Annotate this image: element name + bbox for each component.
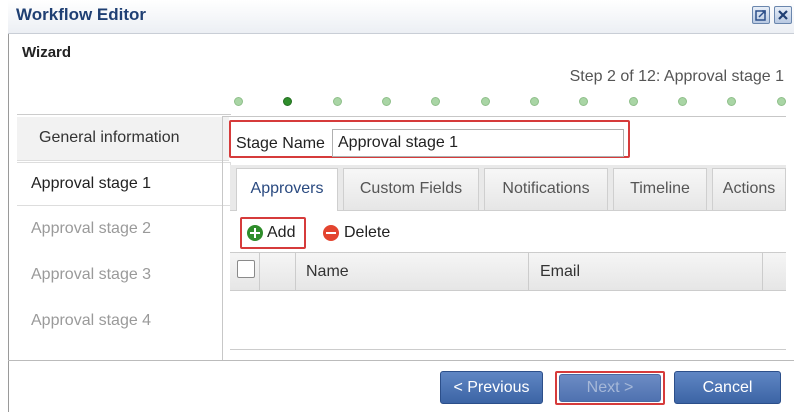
nav-item-general-information[interactable]: General information <box>17 117 229 161</box>
nav-item-approval-stage-1[interactable]: Approval stage 1 <box>17 162 231 206</box>
step-dot-5 <box>431 97 440 106</box>
nav-item-label: Approval stage 3 <box>31 266 152 283</box>
maximize-icon[interactable] <box>752 6 770 24</box>
add-icon <box>247 225 263 241</box>
column-header-name[interactable]: Name <box>306 263 349 281</box>
window-title: Workflow Editor <box>16 5 147 24</box>
next-button[interactable]: Next > <box>559 374 661 402</box>
close-icon[interactable] <box>774 6 792 24</box>
select-all-checkbox[interactable] <box>237 260 255 278</box>
step-dot-6 <box>481 97 490 106</box>
cancel-button[interactable]: Cancel <box>674 371 781 404</box>
step-dot-11 <box>727 97 736 106</box>
tab-approvers[interactable]: Approvers <box>236 168 338 212</box>
delete-icon[interactable] <box>323 225 339 241</box>
stage-name-label: Stage Name <box>236 135 325 152</box>
tab-actions[interactable]: Actions <box>712 168 786 210</box>
column-divider <box>762 252 763 291</box>
wizard-step-nav: General information Approval stage 1 App… <box>17 114 231 362</box>
nav-item-approval-stage-4[interactable]: Approval stage 4 <box>17 300 229 344</box>
step-dot-4 <box>382 97 391 106</box>
nav-item-label: Approval stage 1 <box>31 175 152 192</box>
nav-item-label: Approval stage 4 <box>31 312 152 329</box>
nav-item-label: General information <box>39 129 180 146</box>
approvers-grid-body <box>230 292 786 350</box>
step-indicator-text: Step 2 of 12: Approval stage 1 <box>569 68 784 85</box>
step-dot-10 <box>678 97 687 106</box>
step-dot-7 <box>530 97 539 106</box>
footer-divider <box>8 360 794 361</box>
nav-item-approval-stage-3[interactable]: Approval stage 3 <box>17 254 229 298</box>
delete-button-label[interactable]: Delete <box>344 224 390 242</box>
column-divider <box>528 252 529 291</box>
step-dot-12 <box>777 97 786 106</box>
previous-button[interactable]: < Previous <box>440 371 543 404</box>
step-dot-1 <box>234 97 243 106</box>
approvers-toolbar <box>230 211 786 251</box>
step-dot-2 <box>283 97 292 106</box>
step-dot-8 <box>579 97 588 106</box>
step-dot-9 <box>629 97 638 106</box>
column-divider <box>259 252 260 291</box>
nav-item-approval-stage-2[interactable]: Approval stage 2 <box>17 208 229 252</box>
wizard-label: Wizard <box>22 44 72 61</box>
stage-name-input[interactable] <box>332 129 624 157</box>
step-dot-3 <box>333 97 342 106</box>
column-divider <box>295 252 296 291</box>
add-button-label[interactable]: Add <box>267 224 295 242</box>
title-bar: Workflow Editor <box>8 0 794 34</box>
nav-item-label: Approval stage 2 <box>31 220 152 237</box>
tab-custom-fields[interactable]: Custom Fields <box>343 168 479 210</box>
column-header-email[interactable]: Email <box>540 263 580 281</box>
tab-notifications[interactable]: Notifications <box>484 168 608 210</box>
tab-timeline[interactable]: Timeline <box>613 168 707 210</box>
